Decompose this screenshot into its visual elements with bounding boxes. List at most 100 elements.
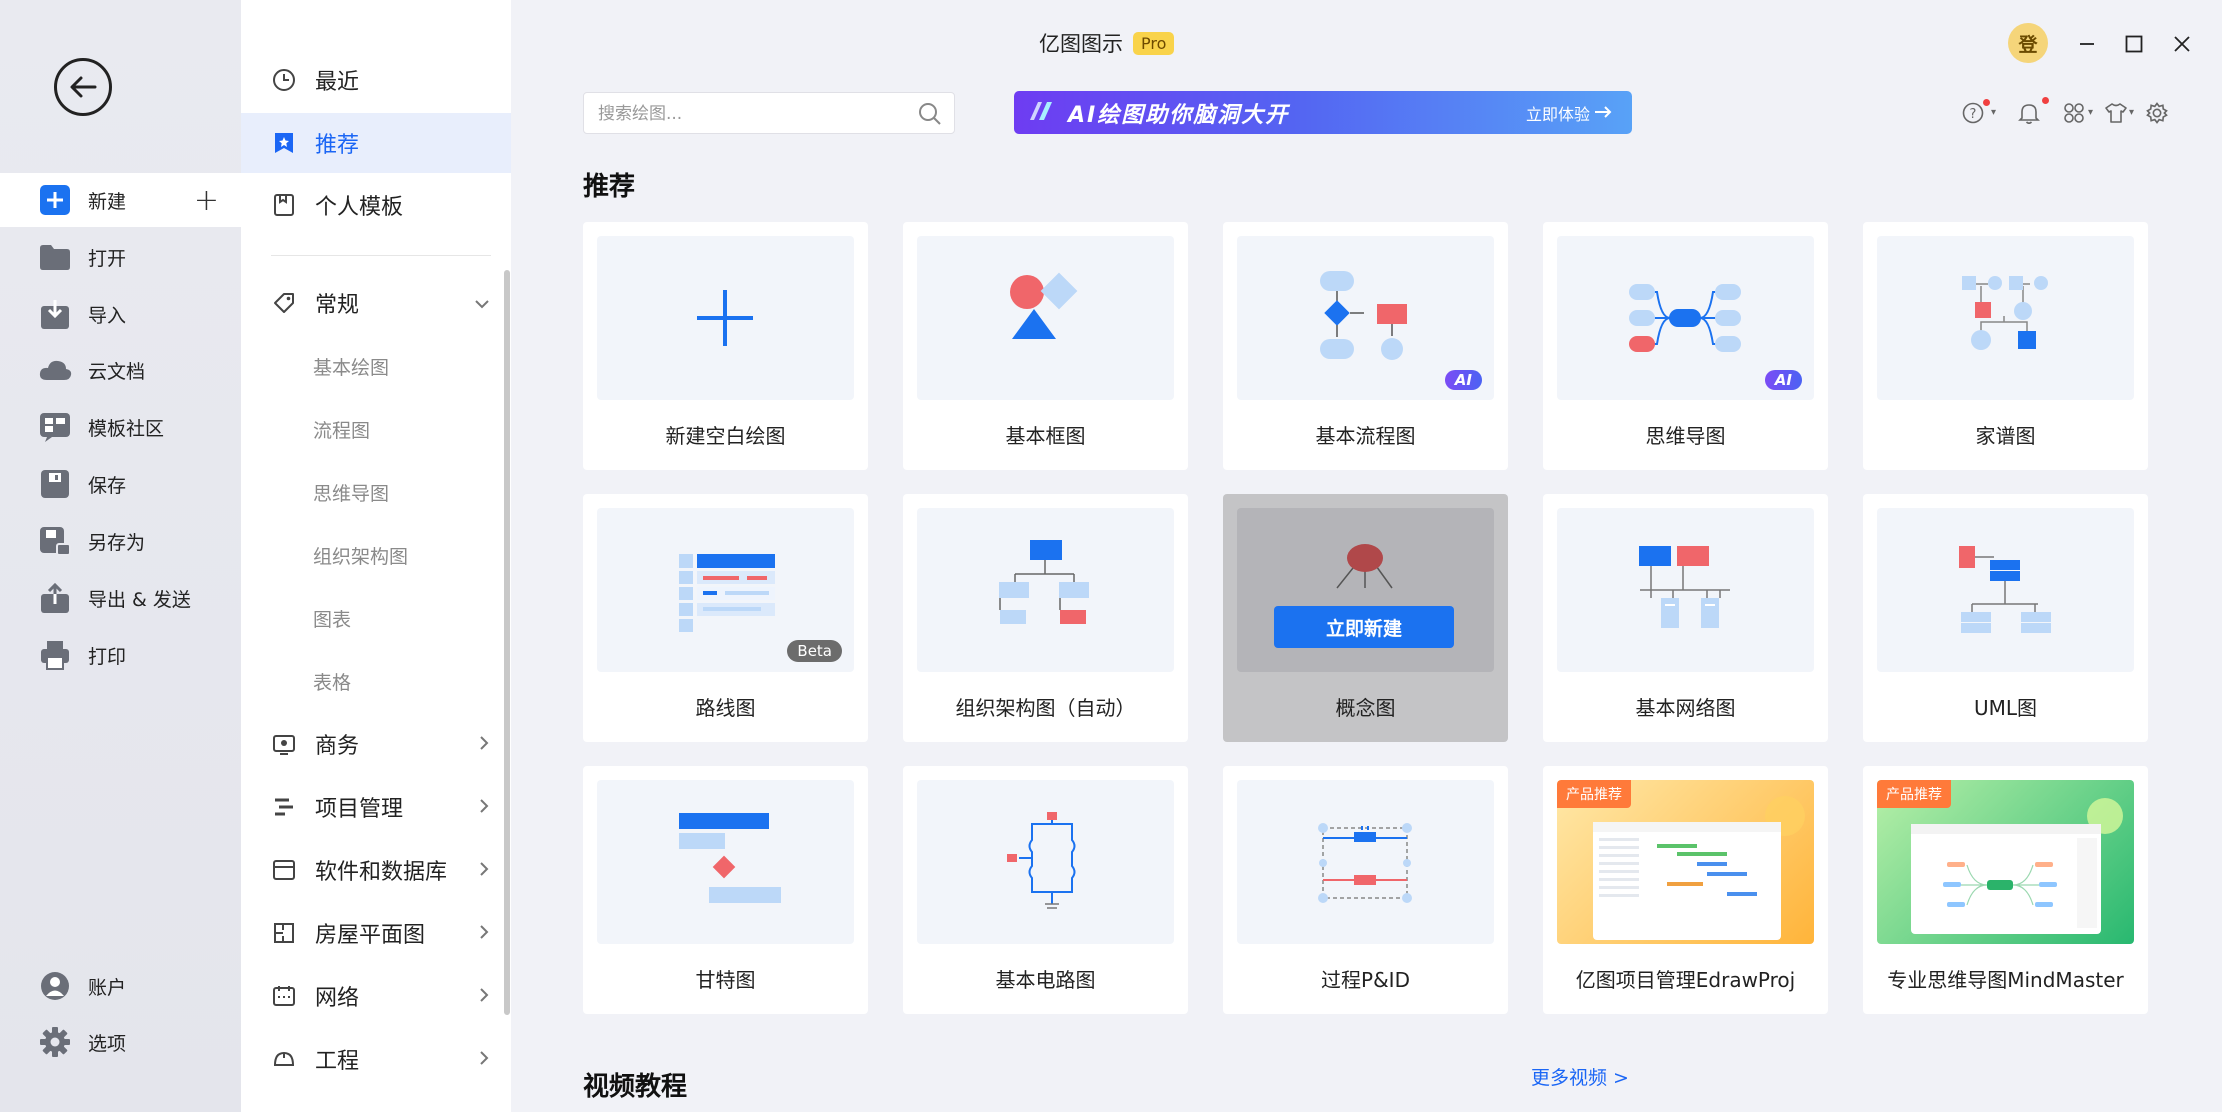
- rail-item-open[interactable]: 打开: [0, 230, 241, 284]
- minimize-button[interactable]: [2071, 28, 2103, 60]
- category-sub-table[interactable]: 表格: [313, 668, 351, 695]
- card-label: 新建空白绘图: [665, 424, 786, 448]
- network-icon: [271, 983, 297, 1009]
- card-thumbnail: [1877, 508, 2134, 672]
- template-card-edrawproj[interactable]: 产品推荐 亿图项目管理EdrawProj: [1543, 766, 1828, 1014]
- card-label: 甘特图: [695, 968, 756, 992]
- rail-item-options[interactable]: 选项: [0, 1015, 241, 1069]
- import-icon: [38, 298, 72, 330]
- rail-item-new[interactable]: 新建 +: [0, 173, 241, 227]
- notifications-button[interactable]: [2014, 98, 2044, 128]
- category-sub-basic[interactable]: 基本绘图: [313, 353, 389, 380]
- category-recent[interactable]: 最近: [241, 50, 511, 110]
- apps-grid-icon: [2064, 103, 2084, 123]
- rail-item-import[interactable]: 导入: [0, 287, 241, 341]
- uml-diagram-icon: [1959, 546, 2051, 633]
- export-icon: [38, 582, 72, 614]
- pro-badge: Pro: [1133, 31, 1175, 55]
- rail-item-print[interactable]: 打印: [0, 628, 241, 682]
- category-software-database[interactable]: 软件和数据库: [241, 840, 511, 900]
- category-sub-orgchart[interactable]: 组织架构图: [313, 542, 408, 569]
- settings-button[interactable]: [2142, 98, 2172, 128]
- ai-banner-cta[interactable]: 立即体验: [1526, 101, 1590, 125]
- card-thumbnail: 产品推荐: [1557, 780, 1814, 944]
- maximize-icon: [2125, 35, 2143, 53]
- card-thumbnail: [917, 780, 1174, 944]
- template-card-mindmap[interactable]: AI 思维导图: [1543, 222, 1828, 470]
- category-business[interactable]: 商务: [241, 714, 511, 774]
- plus-icon[interactable]: +: [194, 183, 219, 218]
- category-floorplan[interactable]: 房屋平面图: [241, 903, 511, 963]
- category-label: 最近: [315, 70, 360, 95]
- more-videos-link[interactable]: 更多视频 >: [1531, 1063, 1629, 1090]
- template-card-family-tree[interactable]: 家谱图: [1863, 222, 2148, 470]
- search-input[interactable]: [598, 101, 898, 127]
- rail-item-label: 保存: [88, 474, 127, 497]
- template-card-flowchart[interactable]: AI 基本流程图: [1223, 222, 1508, 470]
- notification-dot: [1983, 99, 1990, 106]
- template-card-concept-map[interactable]: 立即新建 概念图: [1223, 494, 1508, 742]
- rail-item-cloud[interactable]: 云文档: [0, 343, 241, 397]
- rail-item-save-as[interactable]: 另存为: [0, 514, 241, 568]
- apps-button[interactable]: [2059, 98, 2089, 128]
- rail-item-template-community[interactable]: 模板社区: [0, 400, 241, 454]
- skin-button[interactable]: [2101, 98, 2131, 128]
- section-title-videos: 视频教程: [583, 1072, 688, 1102]
- chevron-right-icon: [479, 986, 489, 1007]
- rail-item-export[interactable]: 导出 & 发送: [0, 571, 241, 625]
- beta-badge: Beta: [787, 640, 842, 662]
- notification-dot: [2042, 97, 2049, 104]
- template-card-basic-block[interactable]: 基本框图: [903, 222, 1188, 470]
- caret-down-icon: ▾: [1991, 107, 1997, 118]
- category-personal-templates[interactable]: 个人模板: [241, 175, 511, 235]
- ai-banner[interactable]: AI绘图助你脑洞大开 立即体验: [1014, 91, 1632, 134]
- category-general[interactable]: 常规: [241, 273, 511, 333]
- plus-icon: [697, 290, 753, 346]
- card-thumbnail: AI: [1557, 236, 1814, 400]
- card-label: 基本框图: [1005, 424, 1086, 448]
- category-sub-chart[interactable]: 图表: [313, 605, 351, 632]
- close-button[interactable]: [2166, 28, 2198, 60]
- card-thumbnail: 产品推荐: [1877, 780, 2134, 944]
- helmet-icon: [271, 1046, 297, 1072]
- search-box[interactable]: [583, 92, 955, 134]
- category-network[interactable]: 网络: [241, 966, 511, 1026]
- card-label: 概念图: [1335, 696, 1396, 720]
- template-card-uml[interactable]: UML图: [1863, 494, 2148, 742]
- category-label: 房屋平面图: [315, 923, 426, 948]
- category-label: 网络: [315, 986, 360, 1011]
- category-project-management[interactable]: 项目管理: [241, 777, 511, 837]
- category-label: 常规: [315, 293, 360, 318]
- bell-icon: [2018, 104, 2040, 124]
- category-recommend[interactable]: 推荐: [241, 113, 511, 173]
- template-card-basic-network[interactable]: 基本网络图: [1543, 494, 1828, 742]
- category-label: 工程: [315, 1049, 360, 1074]
- category-sub-flowchart[interactable]: 流程图: [313, 416, 370, 443]
- template-card-org-chart-auto[interactable]: 组织架构图（自动）: [903, 494, 1188, 742]
- category-engineering[interactable]: 工程: [241, 1029, 511, 1089]
- card-label: 基本流程图: [1315, 424, 1416, 448]
- template-card-blank[interactable]: 新建空白绘图: [583, 222, 868, 470]
- category-scrollbar[interactable]: [504, 270, 510, 1015]
- save-as-icon: [38, 525, 72, 557]
- rail-item-account[interactable]: 账户: [0, 959, 241, 1013]
- gantt-chart-icon: [679, 813, 781, 903]
- category-label: 软件和数据库: [315, 860, 448, 885]
- tshirt-icon: [2105, 103, 2127, 123]
- back-button[interactable]: [54, 58, 112, 116]
- template-card-circuit[interactable]: 基本电路图: [903, 766, 1188, 1014]
- template-card-gantt[interactable]: 甘特图: [583, 766, 868, 1014]
- avatar[interactable]: 登: [2008, 23, 2048, 63]
- rail-item-save[interactable]: 保存: [0, 457, 241, 511]
- new-file-icon: [38, 184, 72, 216]
- gear-icon: [38, 1026, 72, 1058]
- template-card-roadmap[interactable]: Beta 路线图: [583, 494, 868, 742]
- card-thumbnail: [917, 236, 1174, 400]
- project-icon: [271, 794, 297, 820]
- maximize-button[interactable]: [2118, 28, 2150, 60]
- create-now-button[interactable]: 立即新建: [1274, 606, 1454, 648]
- template-card-mindmaster[interactable]: 产品推荐 专业思维导图MindMaster: [1863, 766, 2148, 1014]
- template-card-pid[interactable]: 过程P&ID: [1223, 766, 1508, 1014]
- category-sub-mindmap[interactable]: 思维导图: [313, 479, 389, 506]
- search-icon[interactable]: [918, 102, 942, 130]
